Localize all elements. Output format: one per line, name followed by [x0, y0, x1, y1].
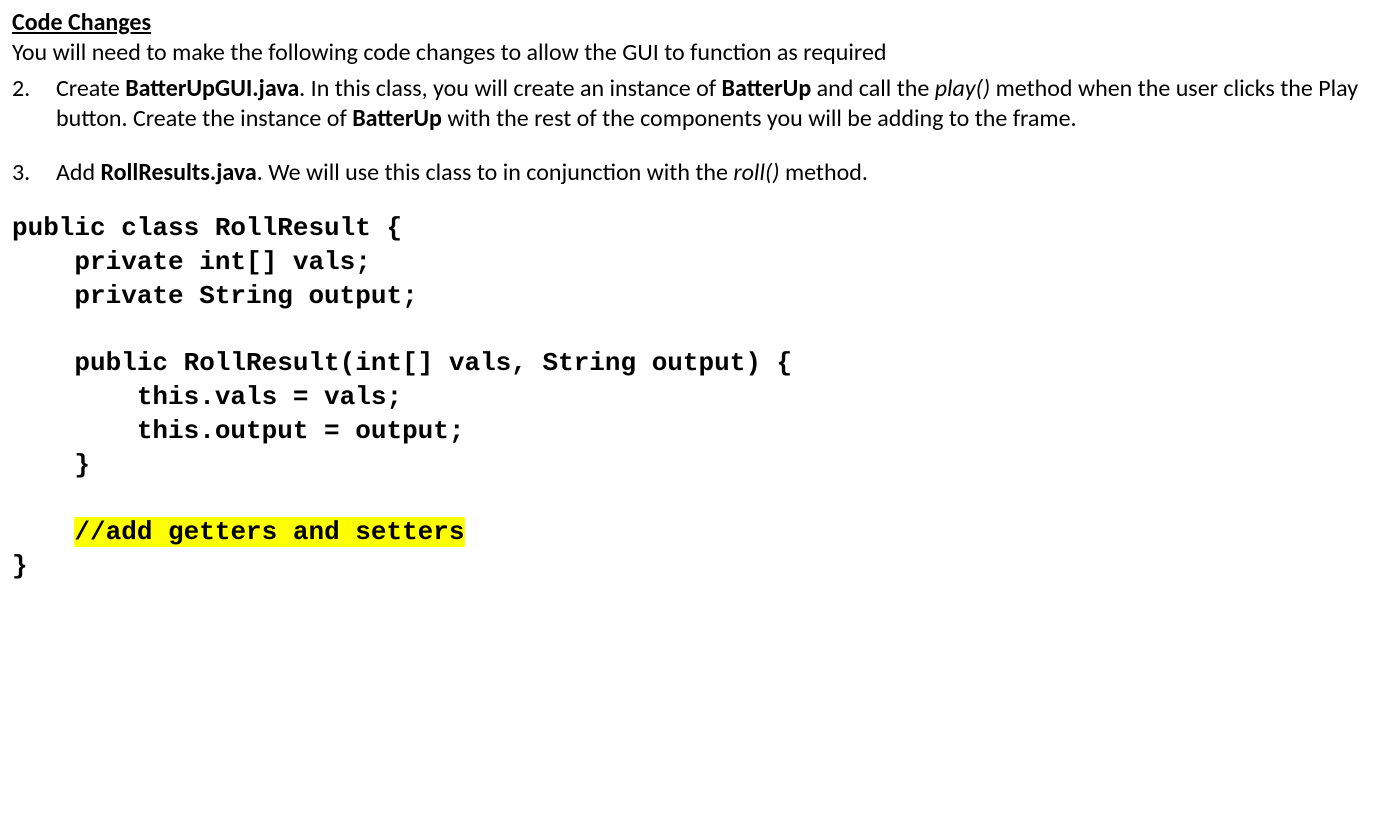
code-line: public RollResult(int[] vals, String out… — [12, 348, 792, 378]
code-block: public class RollResult { private int[] … — [12, 212, 1380, 584]
section-heading: Code Changes — [12, 8, 1380, 38]
list-body: Create BatterUpGUI.java. In this class, … — [56, 74, 1380, 134]
code-line: } — [12, 551, 28, 581]
txt: with the rest of the components you will… — [442, 104, 1077, 133]
txt-bold: BatterUp — [352, 104, 442, 133]
code-line: this.vals = vals; — [12, 382, 402, 412]
code-line: this.output = output; — [12, 416, 464, 446]
txt: method. — [780, 158, 868, 187]
list-number: 2. — [12, 74, 56, 134]
txt: . We will use this class to in conjuncti… — [257, 158, 734, 187]
code-line-highlight: //add getters and setters — [74, 517, 464, 547]
list-body: Add RollResults.java. We will use this c… — [56, 158, 1380, 188]
txt: . In this class, you will create an inst… — [299, 74, 721, 103]
code-line: private int[] vals; — [12, 247, 371, 277]
txt: Create — [56, 74, 125, 103]
code-line-prefix — [12, 517, 74, 547]
txt-bold: BatterUp — [722, 74, 812, 103]
code-line: } — [12, 450, 90, 480]
txt: Add — [56, 158, 101, 187]
txt-italic: roll() — [733, 158, 779, 187]
list-item: 3. Add RollResults.java. We will use thi… — [12, 158, 1380, 188]
instruction-list: 2. Create BatterUpGUI.java. In this clas… — [12, 74, 1380, 188]
code-line: private String output; — [12, 281, 418, 311]
code-line: public class RollResult { — [12, 213, 402, 243]
txt-bold: RollResults.java — [101, 158, 257, 187]
txt: and call the — [811, 74, 934, 103]
txt-bold: BatterUpGUI.java — [125, 74, 299, 103]
intro-text: You will need to make the following code… — [12, 38, 1380, 68]
list-item: 2. Create BatterUpGUI.java. In this clas… — [12, 74, 1380, 134]
txt-italic: play() — [935, 74, 990, 103]
list-number: 3. — [12, 158, 56, 188]
